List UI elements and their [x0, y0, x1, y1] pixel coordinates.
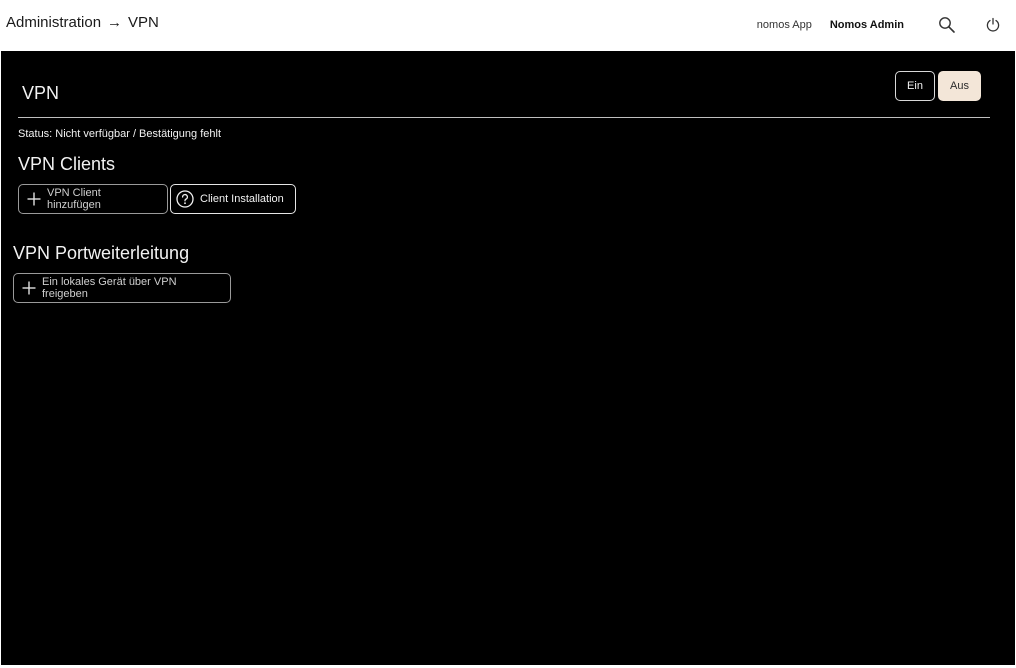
power-button[interactable] — [970, 0, 1016, 50]
main-panel: VPN Ein Aus Status: Nicht verfügbar / Be… — [1, 51, 1015, 665]
add-vpn-client-button[interactable]: VPN Client hinzufügen — [18, 184, 168, 214]
top-navigation: nomos App Nomos Admin — [757, 0, 1016, 50]
client-installation-label: Client Installation — [200, 193, 284, 205]
search-button[interactable] — [924, 0, 970, 50]
plus-icon — [27, 192, 41, 206]
breadcrumb-vpn: VPN — [128, 14, 159, 31]
help-icon — [176, 190, 194, 208]
breadcrumb-separator: → — [107, 14, 123, 31]
toggle-on-button[interactable]: Ein — [895, 71, 935, 101]
breadcrumb: Administration → VPN — [6, 14, 159, 31]
breadcrumb-administration[interactable]: Administration — [6, 14, 101, 31]
user-menu[interactable]: Nomos Admin — [830, 19, 904, 31]
nomos-app-link[interactable]: nomos App — [757, 19, 812, 31]
toggle-off-button[interactable]: Aus — [938, 71, 981, 101]
status-text: Status: Nicht verfügbar / Bestätigung fe… — [18, 128, 222, 140]
client-installation-button[interactable]: Client Installation — [170, 184, 296, 214]
add-local-device-label: Ein lokales Gerät über VPN freigeben — [42, 276, 177, 300]
section-title-vpn-clients: VPN Clients — [18, 154, 116, 174]
page-title: VPN — [22, 83, 60, 103]
power-icon — [985, 17, 1001, 33]
add-vpn-client-label: VPN Client hinzufügen — [47, 187, 101, 211]
divider — [18, 117, 990, 118]
section-title-port-forwarding: VPN Portweiterleitung — [13, 243, 190, 263]
top-bar: Administration → VPN nomos App Nomos Adm… — [0, 0, 1016, 50]
search-icon — [938, 16, 956, 34]
plus-icon — [22, 281, 36, 295]
add-local-device-button[interactable]: Ein lokales Gerät über VPN freigeben — [13, 273, 231, 303]
vpn-toggle: Ein Aus — [895, 71, 981, 101]
